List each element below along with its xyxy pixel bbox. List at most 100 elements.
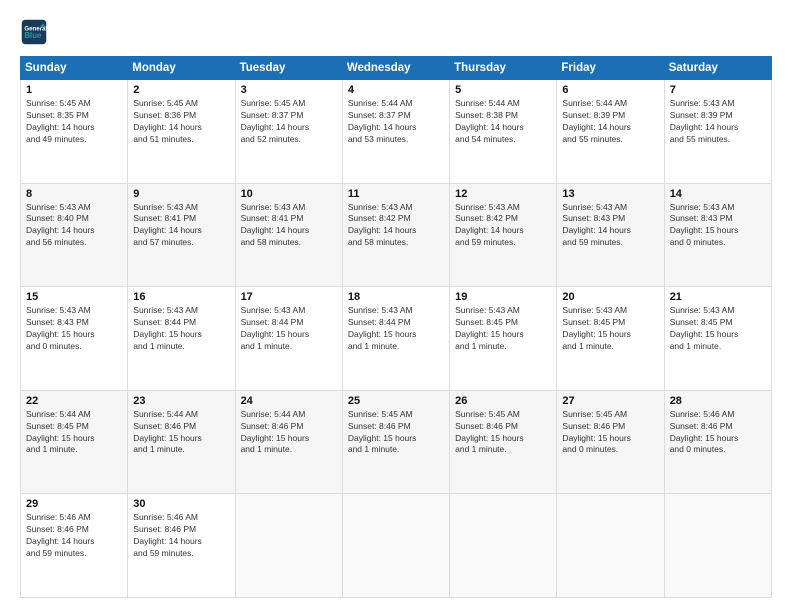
day-info: Sunrise: 5:43 AM Sunset: 8:42 PM Dayligh… [455,202,551,250]
day-number: 26 [455,395,551,407]
page: General Blue SundayMondayTuesdayWednesda… [0,0,792,612]
calendar-cell: 19 Sunrise: 5:43 AM Sunset: 8:45 PM Dayli… [450,287,557,391]
calendar-week-row: 22 Sunrise: 5:44 AM Sunset: 8:45 PM Dayli… [21,390,772,494]
day-info: Sunrise: 5:45 AM Sunset: 8:36 PM Dayligh… [133,98,229,146]
day-info: Sunrise: 5:43 AM Sunset: 8:43 PM Dayligh… [670,202,766,250]
day-info: Sunrise: 5:43 AM Sunset: 8:41 PM Dayligh… [241,202,337,250]
day-info: Sunrise: 5:43 AM Sunset: 8:44 PM Dayligh… [241,305,337,353]
logo: General Blue [20,18,54,46]
day-info: Sunrise: 5:44 AM Sunset: 8:45 PM Dayligh… [26,409,122,457]
calendar-cell [342,494,449,598]
day-number: 17 [241,291,337,303]
day-info: Sunrise: 5:43 AM Sunset: 8:41 PM Dayligh… [133,202,229,250]
calendar-cell [235,494,342,598]
svg-text:Blue: Blue [24,31,42,40]
calendar-cell: 20 Sunrise: 5:43 AM Sunset: 8:45 PM Dayli… [557,287,664,391]
calendar-cell [664,494,771,598]
day-info: Sunrise: 5:44 AM Sunset: 8:38 PM Dayligh… [455,98,551,146]
day-number: 13 [562,188,658,200]
day-number: 6 [562,84,658,96]
calendar-cell: 30Sunrise: 5:46 AM Sunset: 8:46 PM Dayli… [128,494,235,598]
day-number: 11 [348,188,444,200]
day-number: 25 [348,395,444,407]
day-number: 3 [241,84,337,96]
day-info: Sunrise: 5:45 AM Sunset: 8:37 PM Dayligh… [241,98,337,146]
calendar-cell: 5 Sunrise: 5:44 AM Sunset: 8:38 PM Daylig… [450,80,557,184]
calendar-cell: 14 Sunrise: 5:43 AM Sunset: 8:43 PM Dayli… [664,183,771,287]
calendar-cell: 10 Sunrise: 5:43 AM Sunset: 8:41 PM Dayli… [235,183,342,287]
calendar-cell: 26 Sunrise: 5:45 AM Sunset: 8:46 PM Dayli… [450,390,557,494]
calendar-cell: 11 Sunrise: 5:43 AM Sunset: 8:42 PM Dayli… [342,183,449,287]
day-info: Sunrise: 5:45 AM Sunset: 8:35 PM Dayligh… [26,98,122,146]
day-number: 2 [133,84,229,96]
calendar-cell: 2 Sunrise: 5:45 AM Sunset: 8:36 PM Daylig… [128,80,235,184]
calendar-cell: 8Sunrise: 5:43 AM Sunset: 8:40 PM Daylig… [21,183,128,287]
day-info: Sunrise: 5:45 AM Sunset: 8:46 PM Dayligh… [455,409,551,457]
weekday-header-saturday: Saturday [664,57,771,80]
day-info: Sunrise: 5:43 AM Sunset: 8:39 PM Dayligh… [670,98,766,146]
calendar-cell: 4 Sunrise: 5:44 AM Sunset: 8:37 PM Daylig… [342,80,449,184]
calendar-cell: 13 Sunrise: 5:43 AM Sunset: 8:43 PM Dayli… [557,183,664,287]
calendar-cell: 3 Sunrise: 5:45 AM Sunset: 8:37 PM Daylig… [235,80,342,184]
calendar-table: SundayMondayTuesdayWednesdayThursdayFrid… [20,56,772,598]
day-info: Sunrise: 5:43 AM Sunset: 8:45 PM Dayligh… [670,305,766,353]
calendar-cell: 15Sunrise: 5:43 AM Sunset: 8:43 PM Dayli… [21,287,128,391]
calendar-week-row: 29Sunrise: 5:46 AM Sunset: 8:46 PM Dayli… [21,494,772,598]
calendar-week-row: 15Sunrise: 5:43 AM Sunset: 8:43 PM Dayli… [21,287,772,391]
calendar-cell: 28Sunrise: 5:46 AM Sunset: 8:46 PM Dayli… [664,390,771,494]
day-info: Sunrise: 5:44 AM Sunset: 8:46 PM Dayligh… [133,409,229,457]
day-info: Sunrise: 5:43 AM Sunset: 8:45 PM Dayligh… [455,305,551,353]
calendar-cell: 22 Sunrise: 5:44 AM Sunset: 8:45 PM Dayli… [21,390,128,494]
day-number: 15 [26,291,122,303]
day-info: Sunrise: 5:43 AM Sunset: 8:44 PM Dayligh… [133,305,229,353]
day-number: 30 [133,498,229,510]
day-info: Sunrise: 5:43 AM Sunset: 8:42 PM Dayligh… [348,202,444,250]
calendar-cell: 6 Sunrise: 5:44 AM Sunset: 8:39 PM Daylig… [557,80,664,184]
day-info: Sunrise: 5:43 AM Sunset: 8:45 PM Dayligh… [562,305,658,353]
calendar-cell: 17 Sunrise: 5:43 AM Sunset: 8:44 PM Dayli… [235,287,342,391]
weekday-header-thursday: Thursday [450,57,557,80]
day-number: 14 [670,188,766,200]
day-info: Sunrise: 5:44 AM Sunset: 8:39 PM Dayligh… [562,98,658,146]
day-info: Sunrise: 5:45 AM Sunset: 8:46 PM Dayligh… [562,409,658,457]
calendar-body: 1 Sunrise: 5:45 AM Sunset: 8:35 PM Daylig… [21,80,772,598]
calendar-cell: 1 Sunrise: 5:45 AM Sunset: 8:35 PM Daylig… [21,80,128,184]
weekday-header-wednesday: Wednesday [342,57,449,80]
day-number: 4 [348,84,444,96]
day-number: 9 [133,188,229,200]
day-number: 10 [241,188,337,200]
day-number: 23 [133,395,229,407]
weekday-header-tuesday: Tuesday [235,57,342,80]
day-info: Sunrise: 5:44 AM Sunset: 8:37 PM Dayligh… [348,98,444,146]
day-number: 12 [455,188,551,200]
weekday-header-friday: Friday [557,57,664,80]
day-number: 16 [133,291,229,303]
day-number: 19 [455,291,551,303]
day-info: Sunrise: 5:44 AM Sunset: 8:46 PM Dayligh… [241,409,337,457]
day-info: Sunrise: 5:43 AM Sunset: 8:43 PM Dayligh… [562,202,658,250]
calendar-cell: 25 Sunrise: 5:45 AM Sunset: 8:46 PM Dayli… [342,390,449,494]
calendar-cell: 9 Sunrise: 5:43 AM Sunset: 8:41 PM Daylig… [128,183,235,287]
day-number: 18 [348,291,444,303]
day-info: Sunrise: 5:45 AM Sunset: 8:46 PM Dayligh… [348,409,444,457]
calendar-cell: 16 Sunrise: 5:43 AM Sunset: 8:44 PM Dayli… [128,287,235,391]
calendar-cell: 23 Sunrise: 5:44 AM Sunset: 8:46 PM Dayli… [128,390,235,494]
weekday-header-sunday: Sunday [21,57,128,80]
weekday-header-monday: Monday [128,57,235,80]
day-number: 20 [562,291,658,303]
day-number: 29 [26,498,122,510]
day-number: 5 [455,84,551,96]
day-number: 7 [670,84,766,96]
day-number: 22 [26,395,122,407]
calendar-week-row: 8Sunrise: 5:43 AM Sunset: 8:40 PM Daylig… [21,183,772,287]
calendar-cell: 24 Sunrise: 5:44 AM Sunset: 8:46 PM Dayli… [235,390,342,494]
calendar-cell: 7 Sunrise: 5:43 AM Sunset: 8:39 PM Daylig… [664,80,771,184]
day-number: 28 [670,395,766,407]
calendar-cell: 27Sunrise: 5:45 AM Sunset: 8:46 PM Dayli… [557,390,664,494]
day-number: 1 [26,84,122,96]
header: General Blue [20,18,772,46]
calendar-week-row: 1 Sunrise: 5:45 AM Sunset: 8:35 PM Daylig… [21,80,772,184]
day-number: 24 [241,395,337,407]
calendar-cell: 29Sunrise: 5:46 AM Sunset: 8:46 PM Dayli… [21,494,128,598]
calendar-cell: 12 Sunrise: 5:43 AM Sunset: 8:42 PM Dayli… [450,183,557,287]
